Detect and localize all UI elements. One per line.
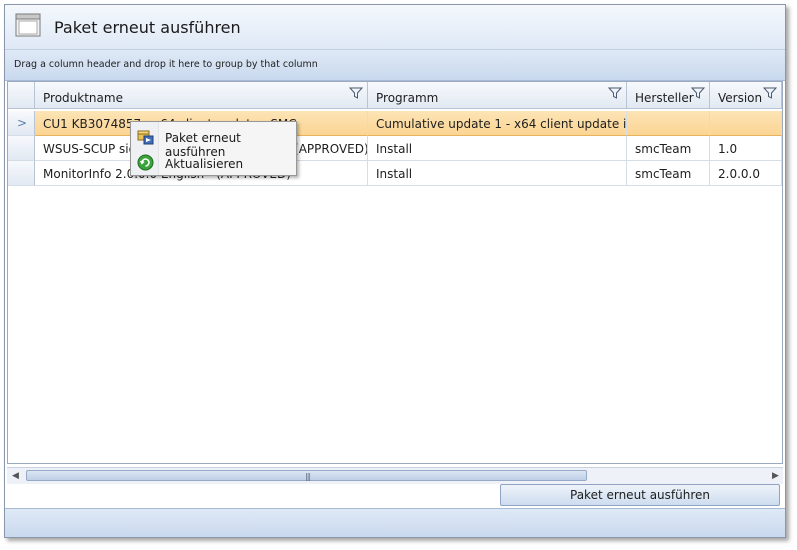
cell-hersteller[interactable]: smcTeam — [627, 161, 710, 186]
group-panel[interactable]: Drag a column header and drop it here to… — [5, 50, 785, 81]
horizontal-scrollbar[interactable]: ◀ ||| ▶ — [7, 467, 783, 484]
cell-programm[interactable]: Install — [368, 136, 627, 161]
cell-text: 1.0 — [718, 142, 738, 156]
grip-icon: ||| — [305, 472, 311, 481]
cell-programm[interactable]: Install — [368, 161, 627, 186]
title-bar: Paket erneut ausführen — [5, 5, 785, 50]
column-label: Programm — [376, 91, 439, 105]
cell-text: Cumulative update 1 - x64 client update … — [376, 117, 627, 131]
cell-programm[interactable]: Cumulative update 1 - x64 client update … — [368, 111, 627, 136]
run-package-button[interactable]: Paket erneut ausführen — [500, 484, 780, 506]
column-label: Hersteller — [635, 91, 694, 105]
data-grid: Produktname Programm Hersteller Version … — [7, 81, 783, 464]
group-panel-hint: Drag a column header and drop it here to… — [14, 59, 318, 70]
column-header-hersteller[interactable]: Hersteller — [627, 82, 710, 109]
package-run-icon — [137, 130, 154, 145]
header-filler — [782, 82, 783, 109]
row-indicator — [8, 136, 35, 161]
row-indicator — [8, 161, 35, 186]
menu-item-label: Aktualisieren — [165, 157, 244, 171]
row-indicator: > — [8, 111, 35, 136]
table-row[interactable]: WSUS-SCUP signing certificate - English … — [8, 136, 782, 161]
scroll-left-icon[interactable]: ◀ — [12, 471, 19, 481]
window-title: Paket erneut ausführen — [54, 18, 241, 37]
cell-text: smcTeam — [635, 142, 692, 156]
context-menu: Paket erneut ausführen Aktualisieren — [130, 121, 297, 176]
filter-icon[interactable] — [691, 86, 705, 100]
menu-item-refresh[interactable]: Aktualisieren — [131, 150, 296, 175]
filter-icon[interactable] — [349, 86, 363, 100]
cell-text: 2.0.0.0 — [718, 167, 760, 181]
column-label: Produktname — [43, 91, 123, 105]
cell-version[interactable] — [710, 111, 782, 136]
filter-icon[interactable] — [763, 86, 777, 100]
cell-text: Install — [376, 167, 413, 181]
table-row[interactable]: MonitorInfo 2.0.0.0 English - (APPROVED)… — [8, 161, 782, 186]
scrollbar-thumb[interactable]: ||| — [26, 470, 587, 481]
cell-version[interactable]: 2.0.0.0 — [710, 161, 782, 186]
scroll-right-icon[interactable]: ▶ — [772, 471, 779, 481]
header-indicator-cell — [8, 82, 35, 109]
dialog-window: Paket erneut ausführen Drag a column hea… — [4, 4, 786, 538]
cell-version[interactable]: 1.0 — [710, 136, 782, 161]
cell-text: smcTeam — [635, 167, 692, 181]
cell-text: Install — [376, 142, 413, 156]
table-row[interactable]: > CU1 KB3074857 - x64 client update - SM… — [8, 111, 782, 136]
filter-icon[interactable] — [608, 86, 622, 100]
column-header-produktname[interactable]: Produktname — [35, 82, 368, 109]
status-bar — [5, 508, 785, 537]
current-row-arrow-icon: > — [17, 116, 28, 130]
menu-item-run-package[interactable]: Paket erneut ausführen — [131, 124, 296, 159]
column-header-programm[interactable]: Programm — [368, 82, 627, 109]
column-label: Version — [718, 91, 763, 105]
cell-hersteller[interactable]: smcTeam — [627, 136, 710, 161]
cell-hersteller[interactable] — [627, 111, 710, 136]
refresh-icon — [137, 154, 154, 171]
window-icon — [15, 13, 41, 37]
column-header-version[interactable]: Version — [710, 82, 782, 109]
